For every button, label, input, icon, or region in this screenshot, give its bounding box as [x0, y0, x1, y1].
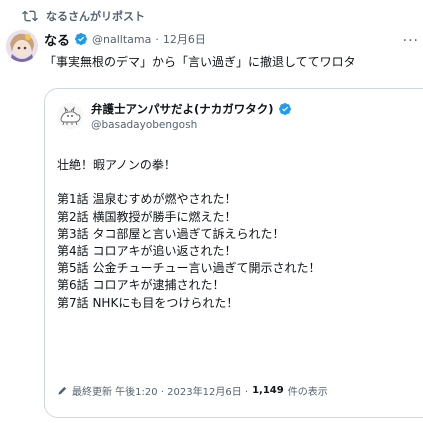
- quoted-handle[interactable]: @basadayobengosh: [91, 119, 197, 131]
- quoted-line: 第5話 公金チューチュー言い過ぎて開示された！: [57, 261, 321, 276]
- quoted-display-name[interactable]: 弁護士アンパサだよ(ナカガワタク): [91, 101, 274, 117]
- quoted-line: 壮絶！暇アノンの拳！: [57, 158, 176, 172]
- quoted-name-row: 弁護士アンパサだよ(ナカガワタク): [91, 101, 292, 117]
- views-suffix: 件の表示: [287, 387, 328, 398]
- quoted-line: 第7話 NHKにも目をつけられた！: [57, 295, 239, 310]
- quoted-line: 第3話 タコ部屋と言い過ぎて訴えられた！: [57, 226, 285, 241]
- last-updated-text: 最終更新 午後1:20 · 2023年12月6日 ·: [72, 387, 249, 398]
- verified-badge-icon: [75, 33, 87, 45]
- repost-icon: [22, 10, 38, 22]
- quoted-line: 第6話 コロアキが逮捕された！: [57, 278, 225, 293]
- separator-dot: ·: [155, 32, 159, 46]
- repost-indicator[interactable]: なるさんがリポスト: [22, 6, 145, 26]
- quoted-blank-line: [57, 174, 320, 191]
- quoted-avatar[interactable]: [57, 103, 83, 129]
- tweet-header: なる @nalltama · 12月6日: [44, 29, 206, 49]
- quoted-tweet-text: 壮絶！暇アノンの拳！ 第1話 温泉むすめが燃やされた！ 第2話 横国教授が勝手に…: [57, 157, 320, 312]
- pen-icon: [58, 386, 67, 395]
- quoted-tweet-card[interactable]: 弁護士アンパサだよ(ナカガワタク) @basadayobengosh 壮絶！暇ア…: [44, 88, 423, 418]
- display-name[interactable]: なる: [44, 30, 70, 49]
- avatar[interactable]: [6, 30, 38, 62]
- view-count: 1,149: [252, 385, 284, 396]
- quoted-line: 第1話 温泉むすめが燃やされた！: [57, 192, 237, 207]
- handle[interactable]: @nalltama: [92, 33, 151, 46]
- quoted-line: 第2話 横国教授が勝手に燃えた！: [57, 209, 237, 224]
- quoted-edit-info[interactable]: 最終更新 午後1:20 · 2023年12月6日 · 1,149 件の表示: [57, 383, 328, 398]
- more-options-icon[interactable]: ···: [403, 33, 419, 49]
- tweet-text: 「事実無根のデマ」から「言い過ぎ」に撤退しててワロタ: [44, 55, 356, 69]
- repost-text: なるさんがリポスト: [46, 10, 145, 23]
- verified-badge-icon: [278, 103, 291, 115]
- tweet-date[interactable]: 12月6日: [163, 31, 206, 47]
- quoted-line: 第4話 コロアキが追い返された！: [57, 243, 237, 258]
